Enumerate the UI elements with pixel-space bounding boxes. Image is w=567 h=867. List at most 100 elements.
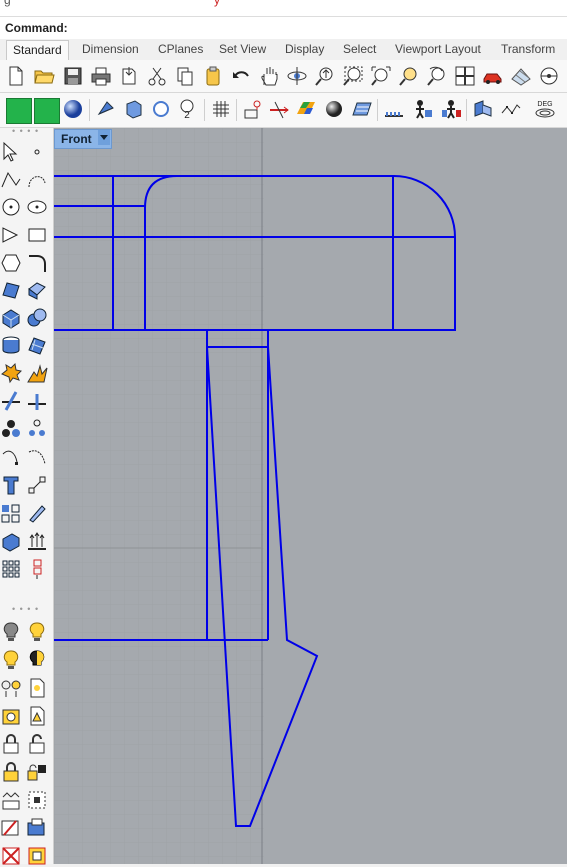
grid-array-icon[interactable] (0, 558, 22, 580)
curve-edit-2-icon[interactable] (26, 446, 48, 468)
new-file-icon[interactable] (5, 65, 27, 87)
burst-icon[interactable] (26, 362, 48, 384)
viewport-drawing[interactable] (54, 128, 567, 864)
flow-along-icon[interactable] (26, 502, 48, 524)
trim-icon[interactable] (0, 390, 22, 412)
cut-icon[interactable] (146, 65, 168, 87)
toolbar-grip-top[interactable]: • • • • (12, 126, 39, 136)
light-off-icon[interactable] (0, 621, 22, 643)
circle-icon[interactable] (0, 196, 22, 218)
light-swap-icon[interactable] (0, 677, 22, 699)
polyline-icon[interactable] (0, 169, 22, 191)
rectangle-icon[interactable] (26, 224, 48, 246)
perspective-tool-icon[interactable] (472, 98, 494, 120)
render-sphere-icon[interactable] (323, 98, 345, 120)
array-icon[interactable] (0, 502, 22, 524)
save-icon[interactable] (62, 65, 84, 87)
tab-display[interactable]: Display (285, 42, 324, 60)
light-document-icon[interactable] (26, 677, 48, 699)
ellipse-icon[interactable] (26, 196, 48, 218)
shaded-sphere-icon[interactable] (62, 98, 84, 120)
green-layer-2-icon[interactable] (34, 98, 60, 124)
zoom-selected-icon[interactable] (398, 65, 420, 87)
lock-selected-icon[interactable] (0, 761, 22, 783)
open-folder-icon[interactable] (33, 65, 55, 87)
lock-swap-icon[interactable] (26, 761, 48, 783)
zoom-extents-icon[interactable] (370, 65, 392, 87)
vertical-array-icon[interactable] (26, 558, 48, 580)
move-up-icon[interactable] (26, 530, 48, 552)
light-show-icon[interactable] (0, 649, 22, 671)
front-viewport[interactable]: Front (54, 128, 567, 864)
dimension-icon[interactable] (26, 474, 48, 496)
fillet-icon[interactable] (26, 252, 48, 274)
light-on-icon[interactable] (26, 621, 48, 643)
print-icon[interactable] (90, 65, 112, 87)
curve-arrows-icon[interactable] (268, 98, 290, 120)
paste-icon[interactable] (202, 65, 224, 87)
undo-view-icon[interactable] (426, 65, 448, 87)
ortho-circle-icon[interactable] (538, 65, 560, 87)
object-snap-icon[interactable] (123, 98, 145, 120)
import-icon[interactable] (118, 65, 140, 87)
record-history-icon[interactable] (383, 98, 405, 120)
tab-viewport-layout[interactable]: Viewport Layout (395, 42, 481, 60)
hatch-icon[interactable] (351, 98, 373, 120)
screen-capture-icon[interactable] (26, 817, 48, 839)
explode-icon[interactable] (0, 362, 22, 384)
tab-set-view[interactable]: Set View (219, 42, 266, 60)
point-icon[interactable] (26, 141, 48, 163)
undo-icon[interactable] (230, 65, 252, 87)
curve-edit-icon[interactable] (0, 446, 22, 468)
solid-tool-icon[interactable] (0, 530, 22, 552)
planar-figure-icon[interactable] (412, 98, 434, 120)
box-icon[interactable] (0, 307, 22, 329)
project-figure-icon[interactable] (440, 98, 462, 120)
surface-patch-icon[interactable] (0, 279, 22, 301)
command-line[interactable]: Command: (0, 16, 567, 40)
car-render-icon[interactable] (482, 65, 504, 87)
mesh-icon[interactable] (26, 334, 48, 356)
grid-display-icon[interactable] (510, 65, 532, 87)
pan-hand-icon[interactable] (258, 65, 280, 87)
cylinder-icon[interactable] (0, 334, 22, 356)
tab-dimension[interactable]: Dimension (82, 42, 139, 60)
select-arrow-icon[interactable] (0, 141, 22, 163)
tab-select[interactable]: Select (343, 42, 376, 60)
copy-icon[interactable] (174, 65, 196, 87)
zoom-window-icon[interactable] (342, 65, 364, 87)
green-layer-icon[interactable] (6, 98, 32, 124)
group-icon[interactable] (0, 418, 22, 440)
extrude-surface-icon[interactable] (26, 279, 48, 301)
rotate-view-icon[interactable] (286, 65, 308, 87)
gumball-icon[interactable] (95, 98, 117, 120)
light-hide-icon[interactable] (26, 649, 48, 671)
tab-transform[interactable]: Transform (501, 42, 555, 60)
show-selected-icon[interactable] (26, 789, 48, 811)
light-select-icon[interactable] (0, 705, 22, 727)
hide-swap-icon[interactable] (0, 817, 22, 839)
ungroup-icon[interactable] (26, 418, 48, 440)
tab-cplanes[interactable]: CPlanes (158, 42, 203, 60)
arc-icon[interactable] (0, 224, 22, 246)
zoom-dynamic-icon[interactable] (314, 65, 336, 87)
unlock-icon[interactable] (26, 733, 48, 755)
viewport-menu-dropdown-icon[interactable] (98, 130, 110, 145)
hide-icon[interactable] (0, 789, 22, 811)
tab-standard[interactable]: Standard (6, 40, 69, 61)
color-gradient-icon[interactable] (295, 98, 317, 120)
polygon-icon[interactable] (0, 252, 22, 274)
curve-graph-icon[interactable] (500, 98, 522, 120)
split-icon[interactable] (26, 390, 48, 412)
point-snap-icon[interactable] (242, 98, 264, 120)
boolean-union-icon[interactable] (26, 307, 48, 329)
toolbar-grip-bottom[interactable]: • • • • (12, 604, 39, 614)
count-2-icon[interactable]: 2 (178, 98, 200, 120)
grid-snap-icon[interactable] (210, 98, 232, 120)
curve-icon[interactable] (26, 169, 48, 191)
degrees-dial-icon[interactable]: DEG (534, 98, 556, 120)
lock-icon[interactable] (0, 733, 22, 755)
text-object-icon[interactable] (0, 474, 22, 496)
circle-snap-icon[interactable] (150, 98, 172, 120)
light-edit-icon[interactable] (26, 705, 48, 727)
